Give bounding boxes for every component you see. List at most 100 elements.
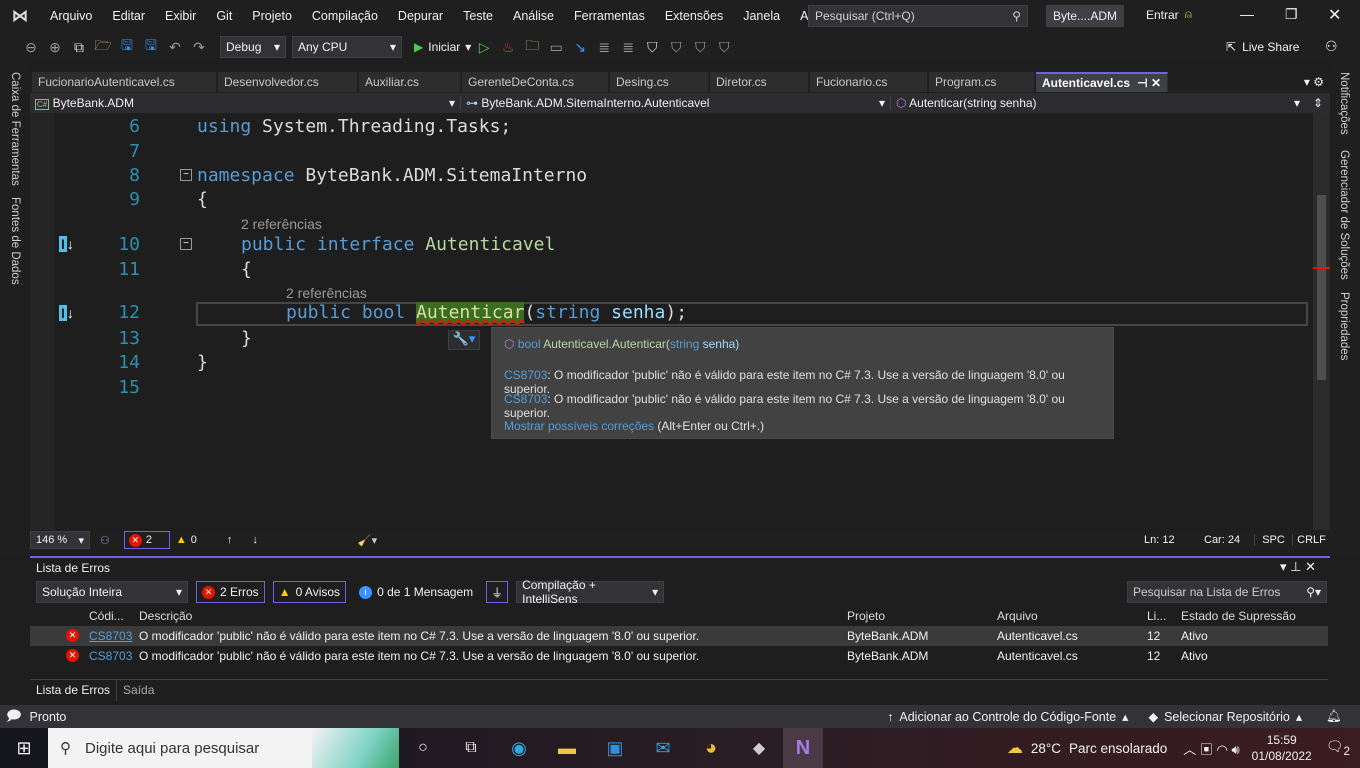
undo-icon[interactable]: ↶: [164, 39, 186, 56]
error-code-link[interactable]: CS8703: [89, 649, 132, 663]
toolbox-tab[interactable]: Caixa de Ferramentas: [9, 72, 21, 186]
bookmark-icon[interactable]: ⛉: [641, 39, 663, 56]
store-icon[interactable]: ▣: [591, 738, 639, 759]
menu-depurar[interactable]: Depurar: [388, 9, 453, 23]
codelens-references[interactable]: 2 referências: [241, 216, 322, 232]
tab-desing[interactable]: Desing.cs: [610, 72, 708, 92]
messages-filter-button[interactable]: i0 de 1 Mensagem: [354, 585, 478, 599]
tab-fucionario[interactable]: Fucionario.cs: [810, 72, 927, 92]
table-row[interactable]: ✕ CS8703 O modificador 'public' não é vá…: [30, 646, 1328, 666]
platform-dropdown[interactable]: Any CPU ▾: [292, 36, 402, 58]
scrollbar-thumb[interactable]: [1317, 195, 1326, 380]
properties-tab[interactable]: Propriedades: [1338, 292, 1350, 360]
config-dropdown[interactable]: Debug ▾: [220, 36, 286, 58]
save-icon[interactable]: 🖫: [116, 35, 138, 59]
menu-extensoes[interactable]: Extensões: [655, 9, 733, 23]
chrome-icon[interactable]: ◕: [687, 737, 735, 760]
error-code-link[interactable]: CS8703: [504, 368, 547, 382]
tray-icons[interactable]: ︿ ▣ ◠ 🔊︎: [1183, 739, 1239, 758]
forward-icon[interactable]: ⊕: [44, 39, 66, 56]
col-indicator[interactable]: Car: 24: [1204, 534, 1254, 546]
menu-projeto[interactable]: Projeto: [242, 9, 302, 23]
ln-indicator[interactable]: Ln: 12: [1144, 534, 1204, 546]
show-fixes-link[interactable]: Mostrar possíveis correções: [504, 419, 654, 433]
implementation-icon[interactable]: I ↓: [59, 305, 74, 321]
step-icon[interactable]: ↘: [569, 39, 591, 56]
open-folder-icon[interactable]: 🗁: [92, 35, 114, 59]
notifications-tab[interactable]: Notificações: [1338, 72, 1350, 135]
warnings-indicator[interactable]: ▲ 0: [176, 534, 197, 546]
implementation-icon[interactable]: I ↓: [59, 236, 74, 252]
member-dropdown[interactable]: ⬡ Autenticar(string senha) ▾: [890, 96, 1305, 110]
restore-button[interactable]: ❐: [1285, 6, 1298, 23]
menu-analise[interactable]: Análise: [503, 9, 564, 23]
tab-desenvolvedor[interactable]: Desenvolvedor.cs: [218, 72, 357, 92]
menu-git[interactable]: Git: [206, 9, 242, 23]
project-dropdown[interactable]: C# ByteBank.ADM ▾: [30, 96, 460, 110]
next-bookmark-icon[interactable]: ⛉: [689, 39, 711, 56]
solution-explorer-icon[interactable]: 🗀: [521, 35, 543, 59]
tab-fucionarioautenticavel[interactable]: FucionarioAutenticavel.cs: [32, 72, 216, 92]
collapse-icon[interactable]: −: [180, 169, 192, 181]
solution-explorer-tab[interactable]: Gerenciador de Soluções: [1338, 150, 1350, 280]
col-suppression[interactable]: Estado de Supressão: [1181, 609, 1296, 623]
tab-autenticavel[interactable]: Autenticavel.cs ⊣ ✕: [1036, 72, 1168, 92]
spaces-indicator[interactable]: SPC: [1254, 534, 1292, 546]
zoom-dropdown[interactable]: 146 % ▾: [30, 531, 90, 549]
col-code[interactable]: Códi...: [89, 609, 124, 623]
source-control-button[interactable]: ↑ Adicionar ao Controle do Código-Fonte ▴: [887, 709, 1128, 725]
tab-error-list[interactable]: Lista de Erros: [30, 679, 118, 701]
clear-bookmark-icon[interactable]: ⛉: [713, 39, 735, 56]
clock[interactable]: 15:59 01/08/2022: [1252, 732, 1312, 764]
taskbar-search[interactable]: ⚲ Digite aqui para pesquisar: [48, 728, 312, 768]
menu-arquivo[interactable]: Arquivo: [40, 9, 102, 23]
roblox-icon[interactable]: ◆: [735, 738, 783, 758]
outdent-icon[interactable]: ≣: [617, 39, 639, 56]
edge-icon[interactable]: ◉: [495, 738, 543, 759]
codelens-references[interactable]: 2 referências: [286, 285, 367, 301]
close-tab-icon[interactable]: ✕: [1151, 76, 1161, 90]
menu-janela[interactable]: Janela: [733, 9, 790, 23]
error-list-search[interactable]: Pesquisar na Lista de Erros ⚲▾: [1127, 581, 1327, 603]
windows-start-icon[interactable]: ⊞: [0, 738, 48, 759]
tab-output[interactable]: Saída: [117, 683, 160, 697]
scope-dropdown[interactable]: Solução Inteira ▾: [36, 581, 188, 603]
menu-editar[interactable]: Editar: [102, 9, 155, 23]
error-code-link[interactable]: CS8703: [89, 629, 132, 643]
panel-controls[interactable]: ▾ ⊥ ✕: [1280, 559, 1316, 575]
start-button[interactable]: ▶ Iniciar ▾: [414, 40, 471, 54]
start-without-debug-icon[interactable]: ▷: [473, 39, 495, 56]
next-issue-icon[interactable]: ↓: [252, 534, 258, 546]
notification-center-icon[interactable]: 🗨︎2: [1326, 738, 1350, 758]
back-icon[interactable]: ⊖: [20, 39, 42, 56]
close-window-button[interactable]: ✕: [1328, 5, 1341, 25]
menu-compilacao[interactable]: Compilação: [302, 9, 388, 23]
split-icon[interactable]: ⇕: [1313, 96, 1323, 110]
sign-in-button[interactable]: Entrar ⍝: [1146, 7, 1192, 22]
live-share-button[interactable]: ⇱ Live Share: [1226, 40, 1299, 54]
cleanup-icon[interactable]: 🧹▾: [358, 534, 377, 547]
prev-issue-icon[interactable]: ↑: [227, 534, 233, 546]
code-editor[interactable]: 6 7 8 9 10 11 12 13 14 15 I ↓ I ↓ − − usin…: [30, 113, 1330, 530]
tab-gerentedeconta[interactable]: GerenteDeConta.cs: [462, 72, 608, 92]
minimize-button[interactable]: —: [1240, 6, 1254, 22]
save-all-icon[interactable]: 🖫: [140, 35, 162, 59]
new-project-icon[interactable]: ⧉: [68, 39, 90, 56]
feedback-icon[interactable]: ⚇: [1325, 38, 1338, 55]
file-explorer-icon[interactable]: ▬: [543, 738, 591, 759]
cortana-icon[interactable]: ○: [399, 739, 447, 757]
pin-icon[interactable]: ⊣: [1137, 76, 1147, 90]
indent-icon[interactable]: ≣: [593, 39, 615, 56]
col-project[interactable]: Projeto: [847, 609, 885, 623]
output-icon[interactable]: 🗩: [6, 705, 22, 729]
warnings-filter-button[interactable]: ▲ 0 Avisos: [272, 581, 347, 603]
source-dropdown[interactable]: Compilação + IntelliSens ▾: [516, 578, 665, 606]
health-icon[interactable]: ⚇: [100, 534, 110, 547]
tab-diretor[interactable]: Diretor.cs: [710, 72, 808, 92]
col-description[interactable]: Descrição: [139, 609, 192, 623]
tab-auxiliar[interactable]: Auxiliar.cs: [359, 72, 460, 92]
data-sources-tab[interactable]: Fontes de Dados: [9, 197, 21, 285]
tab-options-icon[interactable]: ▾ ⚙: [1304, 75, 1330, 89]
mail-icon[interactable]: ✉: [639, 738, 687, 759]
menu-ferramentas[interactable]: Ferramentas: [564, 9, 655, 23]
